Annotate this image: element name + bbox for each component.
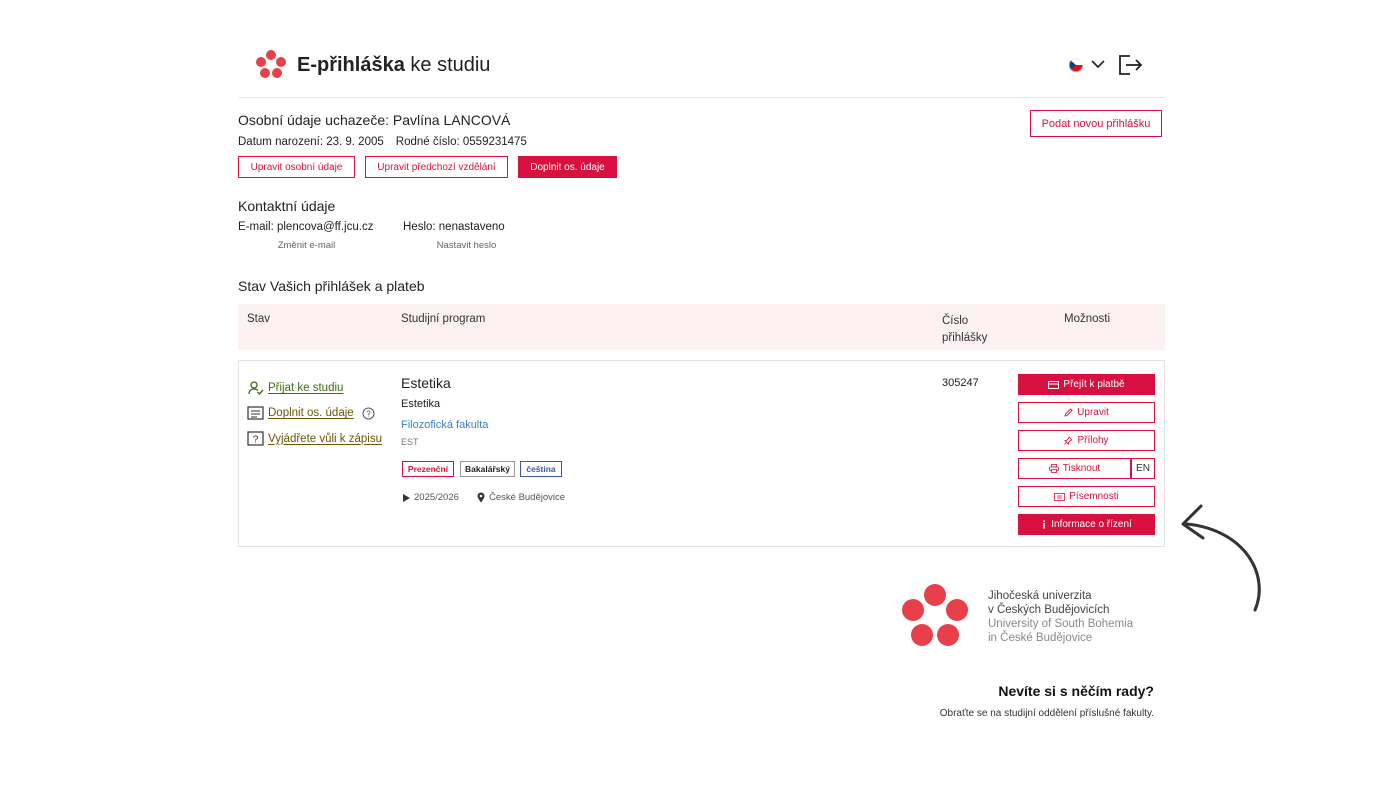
table-header: [238, 304, 1165, 350]
documents-button[interactable]: Písemnosti: [1018, 486, 1155, 507]
edit-application-label: Upravit: [1077, 407, 1109, 418]
help-text: Obraťte se na studijní oddělení příslušn…: [939, 708, 1154, 719]
user-check-icon: [248, 381, 264, 395]
procedure-info-label: Informace o řízení: [1051, 519, 1132, 530]
pencil-icon: [1064, 408, 1073, 417]
academic-year-label: 2025/2026: [414, 492, 459, 503]
tag-study-type: Bakalářský: [460, 461, 515, 477]
applications-title: Stav Vašich přihlášek a plateb: [238, 278, 425, 294]
info-icon: [1043, 520, 1046, 529]
university-name-cz-2: v Českých Budějovicích: [988, 604, 1110, 616]
academic-year: 2025/2026: [403, 492, 459, 503]
university-name-en-1: University of South Bohemia: [988, 618, 1134, 630]
faculty-link[interactable]: Filozofická fakulta: [401, 419, 488, 431]
play-icon: [403, 493, 410, 502]
personal-details: Datum narození: 23. 9. 2005 Rodné číslo: …: [238, 136, 527, 148]
go-to-payment-label: Přejít k platbě: [1063, 379, 1125, 390]
chevron-down-icon[interactable]: [1090, 58, 1106, 70]
status-complete-data[interactable]: Doplnit os. údaje ?: [247, 406, 379, 420]
program-name: Estetika: [401, 375, 451, 391]
logout-icon[interactable]: [1117, 54, 1143, 76]
tag-language: čeština: [520, 461, 562, 477]
status-accepted[interactable]: Přijat ke studiu: [248, 381, 343, 395]
printer-icon: [1048, 464, 1059, 473]
status-enrollment-intent[interactable]: ? Vyjádřete vůli k zápisu: [247, 431, 382, 446]
print-label: Tisknout: [1062, 463, 1101, 474]
attachments-label: Přílohy: [1077, 435, 1109, 446]
study-location: České Budějovice: [477, 492, 565, 503]
university-logo-icon: [256, 50, 286, 78]
map-pin-icon: [477, 492, 485, 503]
status-accepted-label: Přijat ke studiu: [268, 382, 344, 394]
print-button[interactable]: Tisknout: [1018, 458, 1131, 479]
application-number: 305247: [942, 377, 979, 389]
go-to-payment-button[interactable]: Přejít k platbě: [1018, 374, 1155, 395]
university-name-en-2: in České Budějovice: [988, 632, 1093, 644]
header-divider: [238, 97, 1165, 98]
date-of-birth: Datum narození: 23. 9. 2005: [238, 136, 384, 148]
email-value: E-mail: plencova@ff.jcu.cz: [238, 221, 374, 233]
column-status: Stav: [247, 313, 271, 325]
column-app-number: Číslo přihlášky: [942, 315, 988, 344]
password-value: Heslo: nenastaveno: [403, 221, 505, 233]
tag-study-form: Prezenční: [402, 461, 454, 477]
complete-personal-data-button[interactable]: Doplnit os. údaje: [518, 156, 617, 178]
change-email-link[interactable]: Změnit e-mail: [238, 240, 375, 251]
column-program: Studijní program: [401, 313, 486, 325]
contact-title: Kontaktní údaje: [238, 198, 336, 214]
svg-text:?: ?: [253, 435, 259, 446]
procedure-info-button[interactable]: Informace o řízení: [1018, 514, 1155, 535]
edit-application-button[interactable]: Upravit: [1018, 402, 1155, 423]
program-code: EST: [401, 437, 419, 447]
study-location-label: České Budějovice: [489, 492, 566, 503]
column-options: Možnosti: [1064, 313, 1111, 325]
credit-card-icon: [1048, 380, 1060, 389]
help-icon[interactable]: ?: [362, 407, 375, 420]
form-icon: [247, 406, 264, 420]
print-english-button[interactable]: EN: [1131, 458, 1155, 479]
svg-text:?: ?: [366, 409, 371, 418]
university-logo-icon: [902, 584, 968, 646]
question-box-icon: ?: [247, 431, 264, 446]
edit-personal-data-button[interactable]: Upravit osobní údaje: [238, 156, 355, 178]
status-complete-data-label: Doplnit os. údaje: [268, 407, 354, 419]
new-application-button[interactable]: Podat novou přihlášku: [1030, 110, 1162, 137]
help-title: Nevíte si s něčím rady?: [998, 683, 1154, 699]
envelope-icon: [1054, 492, 1066, 501]
birth-number: Rodné číslo: 0559231475: [395, 136, 527, 148]
edit-previous-education-button[interactable]: Upravit předchozí vzdělání: [365, 156, 508, 178]
university-name: Jihočeská univerzita v Českých Budějovic…: [988, 589, 1133, 645]
curved-arrow-icon: [1181, 504, 1261, 612]
czech-flag-icon[interactable]: [1068, 58, 1084, 72]
personal-data-title: Osobní údaje uchazeče: Pavlína LANCOVÁ: [238, 112, 511, 128]
documents-label: Písemnosti: [1069, 491, 1119, 502]
set-password-link[interactable]: Nastavit heslo: [403, 240, 530, 251]
pin-icon: [1064, 436, 1074, 445]
program-specialization: Estetika: [401, 398, 441, 410]
app-title: E-přihláška ke studiu: [297, 54, 491, 76]
status-enrollment-intent-label: Vyjádřete vůli k zápisu: [268, 432, 382, 445]
university-name-cz-1: Jihočeská univerzita: [988, 590, 1092, 602]
attachments-button[interactable]: Přílohy: [1018, 430, 1155, 451]
